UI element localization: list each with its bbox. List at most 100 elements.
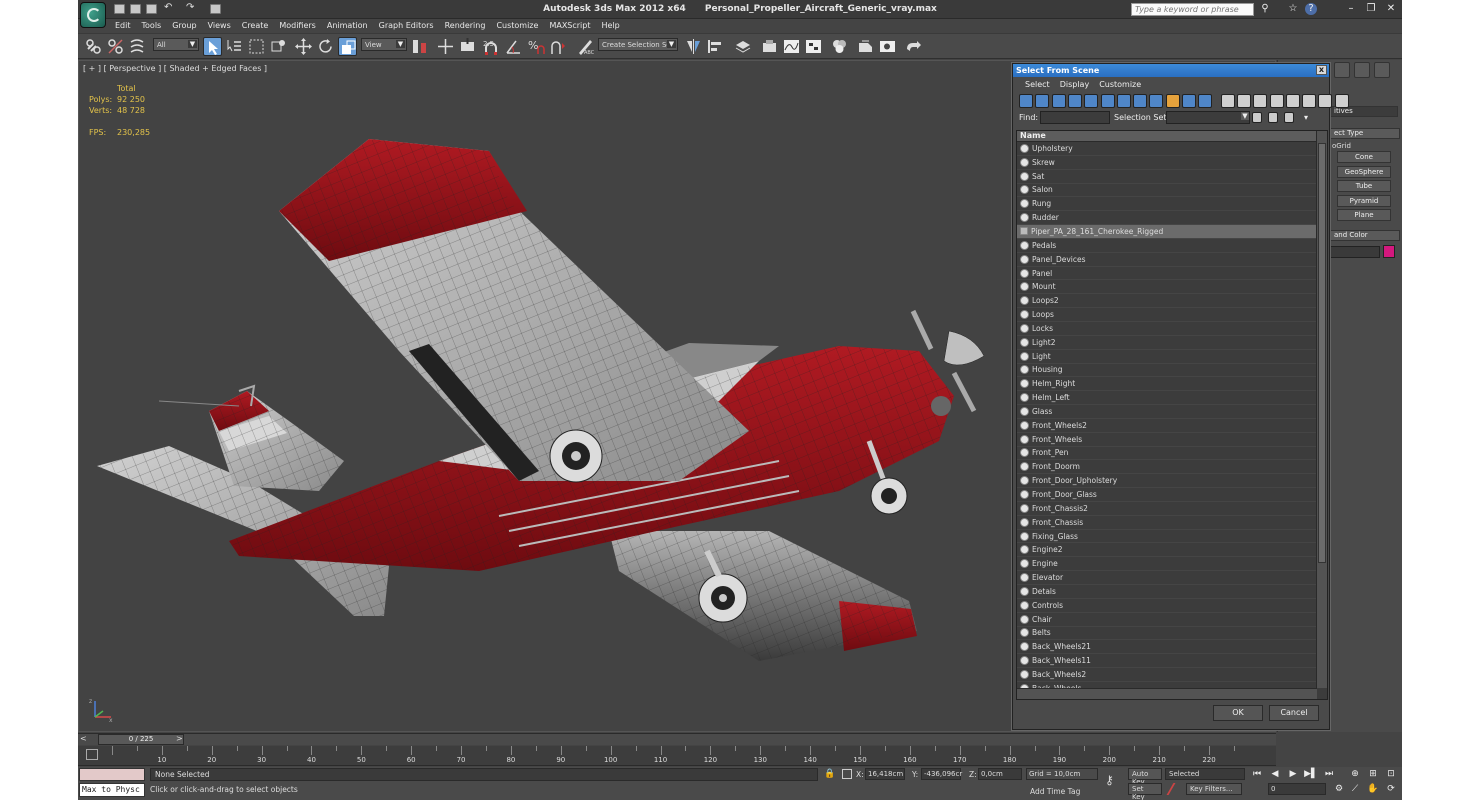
field-of-view-icon[interactable]: ⟋ <box>1348 783 1362 796</box>
menu-animation[interactable]: Animation <box>322 19 374 32</box>
right-wing[interactable] <box>609 531 917 661</box>
list-item[interactable]: Pedals <box>1017 239 1317 253</box>
dialog-title-bar[interactable]: Select From Scene x <box>1013 64 1329 77</box>
go-to-end-icon[interactable]: ⏭ <box>1322 768 1336 781</box>
display-dependents-icon[interactable] <box>1302 94 1317 108</box>
list-item[interactable]: Loops2 <box>1017 294 1317 309</box>
plane-button[interactable]: Plane <box>1337 209 1391 221</box>
object-list[interactable]: Name Upholstery Skrew Sat Salon Rung Rudder Pi… <box>1016 130 1328 700</box>
list-item[interactable]: Rung <box>1017 197 1317 212</box>
list-item[interactable]: Belts <box>1017 627 1317 641</box>
display-groups-icon[interactable] <box>1116 94 1131 108</box>
list-item[interactable]: Helm_Left <box>1017 391 1317 406</box>
zoom-extents-icon[interactable]: ⊡ <box>1384 768 1398 781</box>
selection-filter-dropdown[interactable]: All <box>153 38 199 51</box>
select-object-icon[interactable] <box>203 37 222 56</box>
window-crossing-icon[interactable] <box>269 37 288 56</box>
key-filters-icon[interactable] <box>1166 783 1186 795</box>
time-slider-thumb[interactable]: 0 / 225 <box>98 734 184 745</box>
ok-button[interactable]: OK <box>1213 705 1263 721</box>
list-item[interactable]: Detals <box>1017 585 1317 599</box>
list-item[interactable]: Back_Wheels21 <box>1017 640 1317 655</box>
current-frame-field[interactable]: 0 <box>1268 783 1326 795</box>
set-key-icon[interactable]: ⚷ <box>1105 773 1114 787</box>
graphite-tools-icon[interactable] <box>760 37 779 56</box>
zoom-icon[interactable]: ⊕ <box>1348 768 1362 781</box>
filter-icon[interactable] <box>1334 94 1349 108</box>
next-frame-button[interactable]: > <box>176 734 183 743</box>
binoculars-icon[interactable]: ⚲ <box>1258 2 1272 16</box>
list-item[interactable]: Piper_PA_28_161_Cherokee_Rigged <box>1017 225 1317 239</box>
dialog-menu-select[interactable]: Select <box>1021 77 1056 92</box>
list-item[interactable]: Controls <box>1017 599 1317 613</box>
name-column-header[interactable]: Name <box>1017 131 1317 142</box>
move-icon[interactable] <box>294 37 313 56</box>
lock-selection-icon[interactable]: 🔒 <box>824 769 835 779</box>
display-helpers-icon[interactable] <box>1084 94 1099 108</box>
pivot-center-icon[interactable] <box>410 37 429 56</box>
left-wing[interactable] <box>279 139 749 481</box>
horizontal-scrollbar[interactable] <box>1017 688 1317 699</box>
menu-create[interactable]: Create <box>237 19 275 32</box>
menu-tools[interactable]: Tools <box>137 19 168 32</box>
list-item[interactable]: Light <box>1017 350 1317 364</box>
list-item[interactable]: Sat <box>1017 170 1317 184</box>
rendered-frame-icon[interactable] <box>878 37 897 56</box>
sort-icon[interactable] <box>1318 94 1333 108</box>
cancel-button[interactable]: Cancel <box>1269 705 1319 721</box>
time-slider[interactable]: 0 / 225 < > <box>78 733 1276 745</box>
display-bones-icon[interactable] <box>1149 94 1164 108</box>
menu-maxscript[interactable]: MAXScript <box>544 19 596 32</box>
find-input[interactable] <box>1040 111 1110 124</box>
play-icon[interactable]: ▶ <box>1286 768 1300 781</box>
select-all-icon[interactable] <box>1252 112 1262 123</box>
ref-coord-dropdown[interactable]: View <box>361 38 407 51</box>
display-xrefs-icon[interactable] <box>1133 94 1148 108</box>
selection-set-dropdown[interactable] <box>1166 111 1250 124</box>
list-item[interactable]: Engine2 <box>1017 543 1317 558</box>
list-item[interactable]: Mount <box>1017 280 1317 295</box>
dialog-close-button[interactable]: x <box>1316 65 1327 75</box>
display-influences-icon[interactable] <box>1285 94 1300 108</box>
spinner-snap-icon[interactable] <box>548 37 567 56</box>
list-item[interactable]: Chair <box>1017 613 1317 627</box>
vertical-scrollbar[interactable] <box>1316 131 1327 688</box>
edit-named-sets-icon[interactable]: ABC <box>576 37 595 56</box>
absolute-mode-icon[interactable] <box>842 769 852 779</box>
select-none-icon[interactable] <box>1268 112 1278 123</box>
star-icon[interactable]: ☆ <box>1286 2 1300 16</box>
mirror-icon[interactable] <box>684 37 703 56</box>
list-item[interactable]: Panel <box>1017 267 1317 281</box>
orbit-icon[interactable]: ⟳ <box>1384 783 1398 796</box>
scale-icon[interactable] <box>338 37 357 56</box>
help-icon[interactable]: ? <box>1305 3 1317 15</box>
percent-snap-icon[interactable]: % <box>526 37 545 56</box>
list-item[interactable]: Front_Wheels2 <box>1017 419 1317 433</box>
schematic-view-icon[interactable] <box>804 37 823 56</box>
list-item[interactable]: Locks <box>1017 322 1317 336</box>
object-type-rollout[interactable]: ect Type <box>1330 128 1400 139</box>
list-item[interactable]: Panel_Devices <box>1017 253 1317 267</box>
display-hidden-icon[interactable] <box>1198 94 1213 108</box>
layer-manager-icon[interactable] <box>734 37 753 56</box>
scrollbar-thumb[interactable] <box>1318 143 1326 563</box>
y-coordinate[interactable]: -436,096cr <box>921 768 962 780</box>
maxscript-listener-swatch[interactable] <box>79 768 145 781</box>
named-selection-set-dropdown[interactable]: Create Selection Se <box>598 38 678 51</box>
list-item[interactable]: Glass <box>1017 405 1317 419</box>
name-color-rollout[interactable]: and Color <box>1330 230 1400 241</box>
display-invert-icon[interactable] <box>1253 94 1268 108</box>
menu-rendering[interactable]: Rendering <box>440 19 492 32</box>
display-geometry-icon[interactable] <box>1019 94 1033 108</box>
pan-icon[interactable]: ✋ <box>1366 783 1380 796</box>
bind-space-warp-icon[interactable] <box>128 37 147 56</box>
list-item[interactable]: Front_Wheels <box>1017 433 1317 447</box>
geosphere-button[interactable]: GeoSphere <box>1337 165 1391 178</box>
prev-frame-button[interactable]: < <box>80 734 87 743</box>
minimize-icon[interactable]: – <box>1344 2 1358 16</box>
go-to-start-icon[interactable]: ⏮ <box>1250 768 1264 781</box>
z-coordinate[interactable]: 0,0cm <box>978 768 1022 780</box>
key-filters-button[interactable]: Key Filters... <box>1186 783 1242 795</box>
name-field[interactable] <box>1330 246 1380 258</box>
display-shapes-icon[interactable] <box>1035 94 1050 108</box>
